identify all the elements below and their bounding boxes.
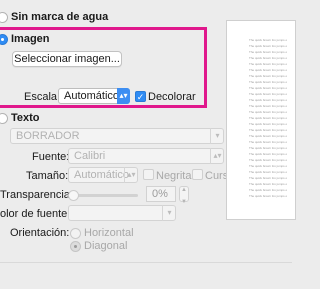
preview-text-line: The quick brown fox jumps over the lazy … <box>249 63 287 66</box>
chevron-down-icon: ▾ <box>210 128 224 144</box>
chevron-updown-icon: ▴▾ <box>210 148 224 164</box>
font-value: Calibri <box>74 150 106 162</box>
preview-text-line: The quick brown fox jumps over the lazy … <box>249 183 287 186</box>
scale-label: Escala: <box>24 91 61 103</box>
transparency-field[interactable]: 0% <box>146 186 176 202</box>
preview-text-line: The quick brown fox jumps over the lazy … <box>249 99 287 102</box>
transparency-stepper[interactable]: ▲ ▼ <box>179 186 189 205</box>
washout-checkbox[interactable]: ✓ <box>135 91 146 102</box>
size-popup[interactable]: Automático ▴▾ <box>68 167 138 183</box>
preview-text-line: The quick brown fox jumps over the lazy … <box>249 141 287 144</box>
horizontal-radio[interactable] <box>70 228 81 239</box>
diagonal-radio[interactable] <box>70 241 81 252</box>
bottom-divider <box>0 262 292 263</box>
diagonal-label[interactable]: Diagonal <box>84 240 127 252</box>
preview-text-line: The quick brown fox jumps over the lazy … <box>249 45 287 48</box>
horizontal-label[interactable]: Horizontal <box>84 227 134 239</box>
preview-text-line: The quick brown fox jumps over the lazy … <box>249 153 287 156</box>
watermark-text-combobox[interactable]: BORRADOR ▾ <box>10 128 224 144</box>
size-value: Automático <box>74 169 130 181</box>
preview-text-line: The quick brown fox jumps over the lazy … <box>249 87 287 90</box>
bold-checkbox[interactable] <box>143 169 154 180</box>
font-popup[interactable]: Calibri ▴▾ <box>68 148 224 164</box>
font-label: Fuente: <box>32 151 70 163</box>
watermark-text-value: BORRADOR <box>16 130 80 142</box>
chevron-updown-icon: ▴▾ <box>124 167 138 183</box>
preview-text-line: The quick brown fox jumps over the lazy … <box>249 129 287 132</box>
preview-text-line: The quick brown fox jumps over the lazy … <box>249 57 287 60</box>
scale-popup[interactable]: Automático ▴▾ <box>58 88 130 104</box>
preview-text-line: The quick brown fox jumps over the lazy … <box>249 189 287 192</box>
preview-text-line: The quick brown fox jumps over the lazy … <box>249 159 287 162</box>
transparency-slider[interactable] <box>72 194 138 197</box>
watermark-preview-page: The quick brown fox jumps over the lazy … <box>226 20 296 220</box>
preview-text-line: The quick brown fox jumps over the lazy … <box>249 195 287 198</box>
no-watermark-label[interactable]: Sin marca de agua <box>11 11 108 23</box>
preview-text-line: The quick brown fox jumps over the lazy … <box>249 171 287 174</box>
size-label: Tamaño: <box>26 170 69 182</box>
preview-text-line: The quick brown fox jumps over the lazy … <box>249 135 287 138</box>
italic-checkbox[interactable] <box>192 169 203 180</box>
text-label[interactable]: Texto <box>11 112 40 124</box>
orientation-label: Orientación: <box>10 227 70 239</box>
chevron-down-icon: ▾ <box>162 205 176 221</box>
preview-text-line: The quick brown fox jumps over the lazy … <box>249 123 287 126</box>
select-image-button[interactable]: Seleccionar imagen... <box>12 51 122 67</box>
text-radio[interactable] <box>0 113 8 124</box>
font-color-popup[interactable]: ▾ <box>68 205 176 221</box>
preview-text-line: The quick brown fox jumps over the lazy … <box>249 147 287 150</box>
washout-label[interactable]: Decolorar <box>148 91 196 103</box>
transparency-slider-knob[interactable] <box>68 190 79 201</box>
no-watermark-radio[interactable] <box>0 12 8 23</box>
scale-value: Automático <box>64 90 120 102</box>
transparency-label: Transparencia: <box>0 189 73 201</box>
preview-text-line: The quick brown fox jumps over the lazy … <box>249 105 287 108</box>
preview-text-line: The quick brown fox jumps over the lazy … <box>249 69 287 72</box>
bold-label[interactable]: Negrita <box>156 170 191 182</box>
preview-text-line: The quick brown fox jumps over the lazy … <box>249 111 287 114</box>
preview-text-line: The quick brown fox jumps over the lazy … <box>249 93 287 96</box>
preview-text-line: The quick brown fox jumps over the lazy … <box>249 117 287 120</box>
chevron-updown-icon: ▴▾ <box>117 88 130 104</box>
preview-text-line: The quick brown fox jumps over the lazy … <box>249 75 287 78</box>
font-color-label: olor de fuente: <box>0 208 71 220</box>
preview-text-line: The quick brown fox jumps over the lazy … <box>249 51 287 54</box>
preview-text-line: The quick brown fox jumps over the lazy … <box>249 81 287 84</box>
preview-text-line: The quick brown fox jumps over the lazy … <box>249 165 287 168</box>
preview-text-line: The quick brown fox jumps over the lazy … <box>249 177 287 180</box>
preview-text-line: The quick brown fox jumps over the lazy … <box>249 39 287 42</box>
